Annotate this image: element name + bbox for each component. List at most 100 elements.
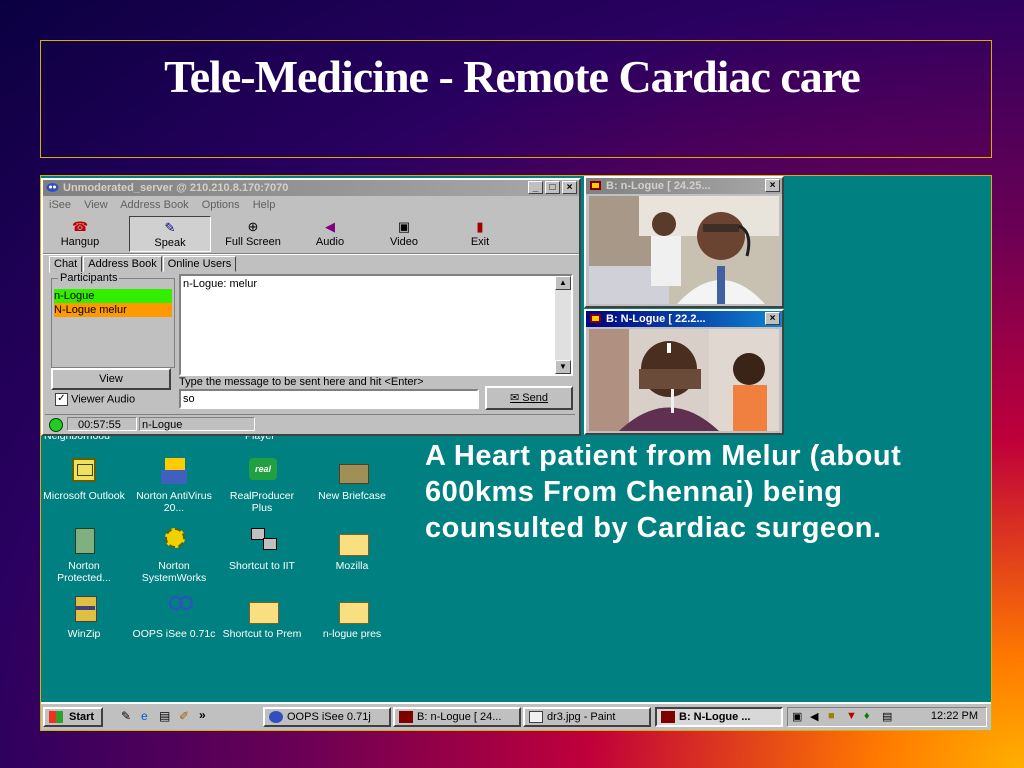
tab-online-users[interactable]: Online Users	[162, 256, 237, 272]
icon-label: Shortcut to Prem	[222, 628, 302, 640]
status-user: n-Logue	[139, 417, 255, 431]
camera-icon: ▣	[397, 219, 411, 234]
system-tray: ▣ ◀ ■ ▼ ♦ ▤ 12:22 PM	[787, 707, 987, 727]
network-shortcut-icon	[245, 526, 279, 556]
volume-tray-icon[interactable]: ◀	[810, 710, 818, 723]
status-bar: 00:57:55 n-Logue	[45, 414, 575, 433]
send-button[interactable]: ✉ Send	[485, 386, 573, 410]
desktop-icon-briefcase[interactable]: New Briefcase	[309, 456, 395, 502]
video1-titlebar[interactable]: B: n-Logue [ 24.25... ×	[586, 178, 782, 194]
video-app-icon	[399, 711, 413, 723]
chat-log[interactable]: n-Logue: melur ▲ ▼	[179, 274, 573, 376]
chat-scrollbar[interactable]: ▲ ▼	[555, 276, 571, 374]
maximize-button[interactable]: □	[545, 181, 560, 194]
task-button-video2[interactable]: B: N-Logue ...	[655, 707, 783, 727]
desktop-icon-mozilla[interactable]: Mozilla	[309, 526, 395, 572]
quicklaunch-more[interactable]: »	[199, 708, 206, 722]
icon-label: New Briefcase	[318, 490, 386, 502]
winzip-icon	[67, 594, 101, 624]
slide-caption: A Heart patient from Melur (about 600kms…	[425, 440, 902, 544]
desktop-icon-realproducer[interactable]: real RealProducer Plus	[219, 456, 305, 514]
message-hint: Type the message to be sent here and hit…	[179, 376, 424, 388]
speak-button[interactable]: ✎ Speak	[129, 216, 211, 252]
desktop-icon-winzip[interactable]: WinZip	[41, 594, 127, 640]
participant-item[interactable]: N-Logue melur	[54, 303, 172, 317]
isee-icon	[269, 711, 283, 723]
network-tray-icon[interactable]: ▣	[792, 710, 802, 723]
desktop-icon-nlogue-pres[interactable]: n-logue pres	[309, 594, 395, 640]
tray-app-icon[interactable]: ▼	[846, 710, 857, 722]
quicklaunch-browser-icon[interactable]: e	[141, 709, 148, 723]
icon-label: Norton AntiVirus 20...	[136, 490, 212, 514]
hangup-button[interactable]: ☎ Hangup	[45, 216, 115, 252]
phone-icon: ☎	[72, 219, 89, 234]
quicklaunch-desktop-icon[interactable]: ▤	[159, 709, 170, 723]
desktop-icon-oops-isee[interactable]: OOPS iSee 0.71c	[131, 594, 217, 640]
desktop-icon-shortcut-prem[interactable]: Shortcut to Prem	[219, 594, 305, 640]
close-button[interactable]: ×	[765, 179, 780, 192]
status-light-icon	[49, 418, 63, 432]
scroll-up-icon[interactable]: ▲	[555, 276, 571, 290]
tray-app-icon[interactable]: ♦	[864, 710, 870, 722]
video-label: Video	[390, 236, 418, 248]
windows-logo-icon	[49, 711, 63, 723]
participants-group: Participants n-Logue N-Logue melur	[51, 272, 175, 368]
isee-titlebar[interactable]: Unmoderated_server @ 210.210.8.170:7070 …	[43, 180, 579, 196]
norton-systemworks-icon	[157, 526, 191, 556]
send-label: Send	[522, 392, 548, 404]
tray-app-icon[interactable]: ■	[828, 710, 835, 722]
view-button[interactable]: View	[51, 368, 171, 390]
tray-app-icon[interactable]: ▤	[882, 710, 892, 723]
quicklaunch-edit-icon[interactable]: ✎	[121, 709, 131, 723]
icon-label: WinZip	[67, 628, 101, 640]
speak-label: Speak	[154, 237, 186, 249]
video-feed-doctor	[589, 196, 779, 304]
minimize-button[interactable]: _	[528, 181, 543, 194]
viewer-audio-checkbox[interactable]: ✓ Viewer Audio	[55, 393, 135, 406]
tab-chat[interactable]: Chat	[49, 256, 83, 273]
video-app-icon	[661, 711, 675, 723]
exit-button[interactable]: ▮ Exit	[445, 216, 515, 252]
menu-address-book[interactable]: Address Book	[120, 199, 188, 211]
full-screen-button[interactable]: ⊕ Full Screen	[215, 216, 291, 252]
close-button[interactable]: ×	[765, 312, 780, 325]
task-button-oops-isee[interactable]: OOPS iSee 0.71j	[263, 707, 391, 727]
menu-view[interactable]: View	[84, 199, 108, 211]
speaker-icon: ◀	[325, 219, 335, 234]
viewer-audio-label: Viewer Audio	[71, 393, 136, 406]
icon-label: Norton SystemWorks	[141, 560, 207, 584]
isee-tabs: Chat Address Book Online Users	[49, 254, 237, 273]
desktop-icon-norton-antivirus[interactable]: Norton AntiVirus 20...	[131, 456, 217, 514]
windows-desktop: Neighborhood Player Unmoderated_server @…	[40, 175, 992, 731]
close-button[interactable]: ×	[562, 181, 577, 194]
message-input[interactable]: so	[179, 389, 479, 409]
realproducer-icon: real	[245, 456, 279, 486]
quicklaunch-pen-icon[interactable]: ✐	[179, 709, 189, 723]
icon-label: Microsoft Outlook	[43, 490, 125, 502]
outlook-icon	[67, 456, 101, 486]
task-button-paint[interactable]: dr3.jpg - Paint	[523, 707, 651, 727]
video-app-icon	[590, 181, 601, 190]
start-button[interactable]: Start	[43, 707, 103, 727]
chat-line: n-Logue: melur	[183, 278, 257, 290]
audio-button[interactable]: ◀ Audio	[295, 216, 365, 252]
menu-help[interactable]: Help	[253, 199, 276, 211]
scroll-down-icon[interactable]: ▼	[555, 360, 571, 374]
desktop-icon-outlook[interactable]: Microsoft Outlook	[41, 456, 127, 502]
isee-menubar: iSee View Address Book Options Help	[43, 196, 579, 214]
menu-options[interactable]: Options	[202, 199, 240, 211]
desktop-icon-norton-systemworks[interactable]: Norton SystemWorks	[131, 526, 217, 584]
task-label: OOPS iSee 0.71j	[287, 711, 371, 723]
task-button-video1[interactable]: B: n-Logue [ 24...	[393, 707, 521, 727]
menu-isee[interactable]: iSee	[49, 199, 71, 211]
video-window-2: B: N-Logue [ 22.2... ×	[584, 309, 784, 435]
desktop-icon-shortcut-iit[interactable]: Shortcut to IIT	[219, 526, 305, 572]
desktop-icon-norton-protected[interactable]: Norton Protected...	[41, 526, 127, 584]
video2-titlebar[interactable]: B: N-Logue [ 22.2... ×	[586, 311, 782, 327]
tab-address-book[interactable]: Address Book	[83, 256, 162, 272]
participant-item[interactable]: n-Logue	[54, 289, 172, 303]
isee-icon	[46, 183, 59, 192]
hangup-label: Hangup	[60, 236, 100, 248]
video-button[interactable]: ▣ Video	[369, 216, 439, 252]
folder-shortcut-icon	[245, 594, 279, 624]
